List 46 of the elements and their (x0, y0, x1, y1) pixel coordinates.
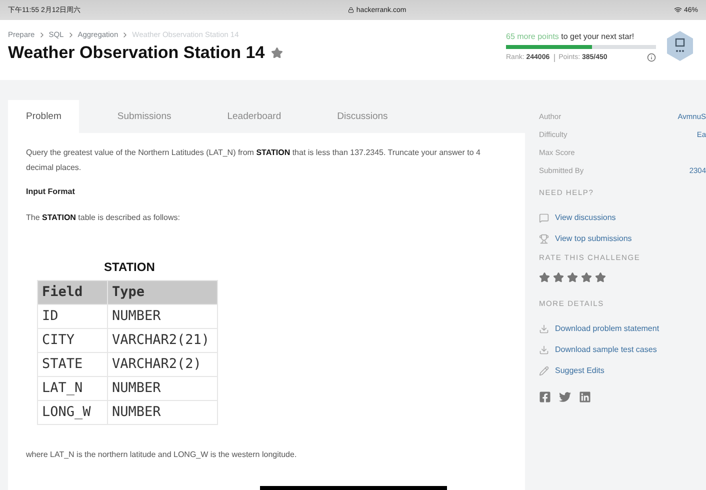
tab[interactable]: Submissions (99, 100, 190, 133)
discussion-icon (539, 212, 549, 222)
table-cell: NUMBER (108, 304, 218, 328)
wifi-icon (674, 6, 682, 14)
sidebar-link[interactable]: Suggest Edits (539, 360, 706, 381)
badge-icon (666, 30, 694, 62)
twitter-icon[interactable] (559, 391, 571, 403)
column-header: Type (108, 280, 218, 304)
download-icon (539, 324, 549, 334)
column-header: Field (38, 280, 108, 304)
sidebar-link[interactable]: View top submissions (539, 228, 706, 249)
sidebar-link[interactable]: Download problem statement (539, 318, 706, 339)
table-cell: NUMBER (108, 376, 218, 400)
input-description: The STATION table is described as follows: (26, 212, 181, 224)
footer-note: where LAT_N is the northern latitude and LONG_W is the western longitude. (26, 448, 298, 461)
problem-statement: Query the greatest value of the Northern Latitudes (LAT_N) from STATION that is less than 137.2345. Truncate your answer to 4 decimal places. (26, 147, 482, 174)
linkedin-icon[interactable] (579, 391, 591, 403)
table-cell: ID (38, 304, 108, 328)
edit-icon (539, 366, 549, 376)
trophy-icon (539, 234, 549, 244)
sidebar-link[interactable]: View discussions (539, 207, 706, 228)
download-icon (539, 344, 549, 354)
star-icon[interactable] (581, 272, 592, 283)
section-heading: Input Format (26, 187, 76, 196)
tab[interactable]: Problem (8, 100, 80, 133)
table-cell: VARCHAR2(2) (108, 352, 218, 376)
table-cell: LONG_W (38, 400, 108, 424)
lock-icon (348, 7, 354, 13)
table-title: STATION (104, 260, 156, 274)
facebook-icon[interactable] (539, 391, 551, 403)
table-cell: STATE (38, 352, 108, 376)
tab[interactable]: Discussions (319, 100, 406, 133)
tab[interactable]: Leaderboard (209, 100, 300, 133)
page-title: Weather Observation Station 14 (8, 43, 265, 63)
star-icon[interactable] (567, 272, 578, 283)
table-cell: LAT_N (38, 376, 108, 400)
table-cell: NUMBER (108, 400, 218, 424)
table-cell: CITY (38, 328, 108, 352)
star-icon[interactable] (270, 47, 283, 59)
star-icon[interactable] (539, 272, 550, 283)
info-icon[interactable] (647, 53, 656, 62)
sidebar-link[interactable]: Download sample test cases (539, 339, 706, 360)
next-star-message: 65 more points to get your next star! (506, 32, 636, 41)
star-icon[interactable] (595, 272, 606, 283)
table-cell: VARCHAR2(21) (108, 328, 218, 352)
star-icon[interactable] (553, 272, 564, 283)
